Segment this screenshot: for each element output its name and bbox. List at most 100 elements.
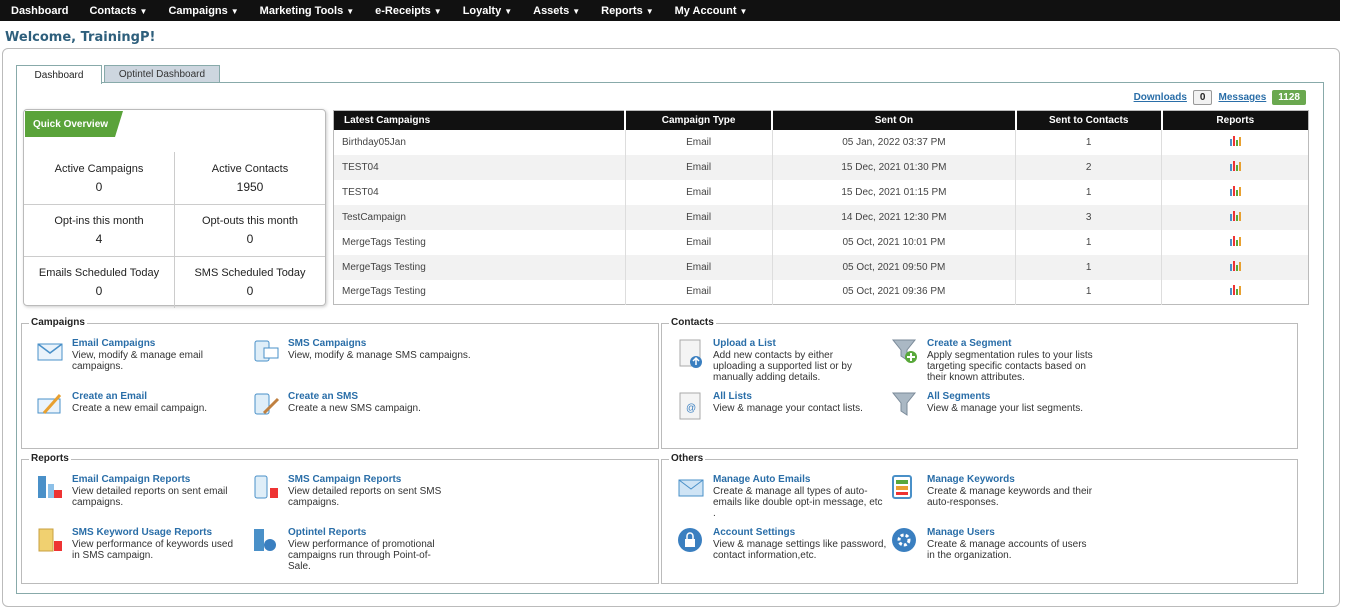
item-description: Create & manage accounts of users in the… [927,539,1087,561]
sms-campaign-reports-item[interactable]: SMS Campaign Reports View detailed report… [252,474,452,508]
account-settings-item[interactable]: Account Settings View & manage settings l… [677,527,887,561]
create-email-icon [36,391,64,417]
nav-label: Marketing Tools [259,4,344,17]
email-icon [36,338,64,364]
nav-assets[interactable]: Assets ▼ [526,5,594,17]
item-title: Manage Users [927,527,995,538]
stat-label: Opt-outs this month [202,215,298,227]
column-header: Sent to Contacts [1014,110,1162,130]
stat-value: 0 [95,179,103,194]
upload-list-item[interactable]: Upload a List Add new contacts by either … [677,338,877,383]
sent-to-contacts-cell: 3 [1015,204,1162,230]
sent-to-contacts-cell: 1 [1015,179,1162,205]
table-row: Birthday05Jan Email 05 Jan, 2022 03:37 PM 1 [334,129,1309,155]
column-header: Campaign Type [624,110,773,130]
quick-overview-card: Quick Overview Active Campaigns 0 Active … [23,109,326,308]
report-cell [1161,179,1309,205]
sms-icon [252,338,280,364]
nav-contacts[interactable]: Contacts ▼ [82,5,161,17]
all-lists-item[interactable]: @ All Lists View & manage your contact li… [677,391,877,420]
report-cell [1161,254,1309,280]
downloads-link[interactable]: Downloads [1134,92,1187,103]
tab-dashboard[interactable]: Dashboard [16,65,102,84]
sent-on-cell: 05 Jan, 2022 03:37 PM [771,129,1016,155]
campaign-name-cell: TestCampaign [333,204,626,230]
nav-reports[interactable]: Reports ▼ [594,5,667,17]
all-segments-item[interactable]: All Segments View & manage your list segm… [891,391,1097,417]
item-title: Manage Keywords [927,474,1015,485]
item-description: Create & manage keywords and their auto-… [927,486,1093,508]
bar-chart-icon[interactable] [1229,210,1241,221]
bar-chart-icon[interactable] [1229,160,1241,171]
stat-sms-scheduled: SMS Scheduled Today 0 [174,256,325,308]
messages-count-badge: 1128 [1272,90,1306,105]
contacts-section-title: Contacts [669,317,716,328]
item-description: Add new contacts by either uploading a s… [713,350,852,383]
welcome-message: Welcome, TrainingP! [5,30,156,45]
item-title: Account Settings [713,527,796,538]
stat-label: Opt-ins this month [54,215,144,227]
optintel-reports-item[interactable]: Optintel Reports View performance of prom… [252,527,452,572]
email-campaigns-item[interactable]: Email Campaigns View, modify & manage ema… [36,338,248,372]
item-description: View, modify & manage email campaigns. [72,350,203,372]
funnel-plus-icon [891,338,919,364]
bar-chart-icon[interactable] [1229,260,1241,271]
stat-label: Active Contacts [211,162,289,175]
create-sms-item[interactable]: Create an SMS Create a new SMS campaign. [252,391,472,417]
bar-chart-icon[interactable] [1229,285,1241,296]
stat-value: 4 [95,232,103,246]
report-cell [1161,229,1309,255]
sms-campaigns-item[interactable]: SMS Campaigns View, modify & manage SMS c… [252,338,472,364]
bar-chart-icon[interactable] [1229,235,1241,246]
item-description: Apply segmentation rules to your lists t… [927,350,1093,383]
create-segment-item[interactable]: Create a Segment Apply segmentation rules… [891,338,1097,383]
stat-opt-ins: Opt-ins this month 4 [24,204,174,256]
nav-my-account[interactable]: My Account ▼ [668,5,762,17]
sent-on-cell: 15 Dec, 2021 01:30 PM [771,154,1016,180]
item-description: View performance of keywords used in SMS… [72,539,234,561]
email-report-icon [36,474,64,500]
notifications-row: Downloads 0 Messages 1128 [1134,90,1306,105]
item-description: View & manage settings like password, co… [713,539,887,561]
nav-marketing-tools[interactable]: Marketing Tools ▼ [253,5,368,17]
create-email-item[interactable]: Create an Email Create a new email campai… [36,391,248,417]
manage-users-item[interactable]: Manage Users Create & manage accounts of … [891,527,1097,561]
stat-label: Active Campaigns [54,162,144,175]
sent-to-contacts-cell: 2 [1015,154,1162,180]
campaign-type-cell: Email [624,179,773,205]
email-campaign-reports-item[interactable]: Email Campaign Reports View detailed repo… [36,474,242,508]
nav-label: Dashboard [11,4,69,17]
campaign-type-cell: Email [624,129,773,155]
manage-keywords-item[interactable]: Manage Keywords Create & manage keywords … [891,474,1097,508]
tab-optintel-dashboard[interactable]: Optintel Dashboard [104,65,220,83]
campaign-type-cell: Email [624,154,773,180]
bar-chart-icon[interactable] [1229,185,1241,196]
sms-keyword-reports-item[interactable]: SMS Keyword Usage Reports View performanc… [36,527,242,561]
campaign-type-cell: Email [624,254,773,280]
nav-loyalty[interactable]: Loyalty ▼ [456,5,526,17]
sent-on-cell: 14 Dec, 2021 12:30 PM [771,204,1016,230]
funnel-icon [891,391,919,417]
nav-e-receipts[interactable]: e-Receipts ▼ [368,5,456,17]
stat-label: Emails Scheduled Today [38,267,160,279]
stat-active-campaigns: Active Campaigns 0 [24,152,174,204]
keywords-icon [891,474,919,500]
campaign-name-cell: TEST04 [342,186,379,198]
item-title: Email Campaigns [72,338,156,349]
table-row: TEST04 Email 15 Dec, 2021 01:30 PM 2 [333,154,1309,180]
item-title: SMS Campaigns [288,338,367,349]
sent-on-cell: 05 Oct, 2021 09:36 PM [771,279,1016,305]
nav-dashboard[interactable]: Dashboard [4,5,82,17]
nav-campaigns[interactable]: Campaigns ▼ [161,5,252,17]
nav-label: Loyalty [462,4,502,17]
bar-chart-icon[interactable] [1229,135,1241,146]
item-title: All Lists [713,391,752,402]
auto-email-icon [677,474,705,500]
sent-to-contacts-cell: 1 [1015,229,1162,255]
quick-overview-title: Quick Overview [25,111,123,137]
item-description: Create a new email campaign. [72,403,208,414]
others-section-title: Others [669,453,706,464]
messages-link[interactable]: Messages [1218,92,1266,103]
manage-auto-emails-item[interactable]: Manage Auto Emails Create & manage all ty… [677,474,887,519]
table-header-row: Latest Campaigns Campaign Type Sent On S… [333,110,1309,130]
